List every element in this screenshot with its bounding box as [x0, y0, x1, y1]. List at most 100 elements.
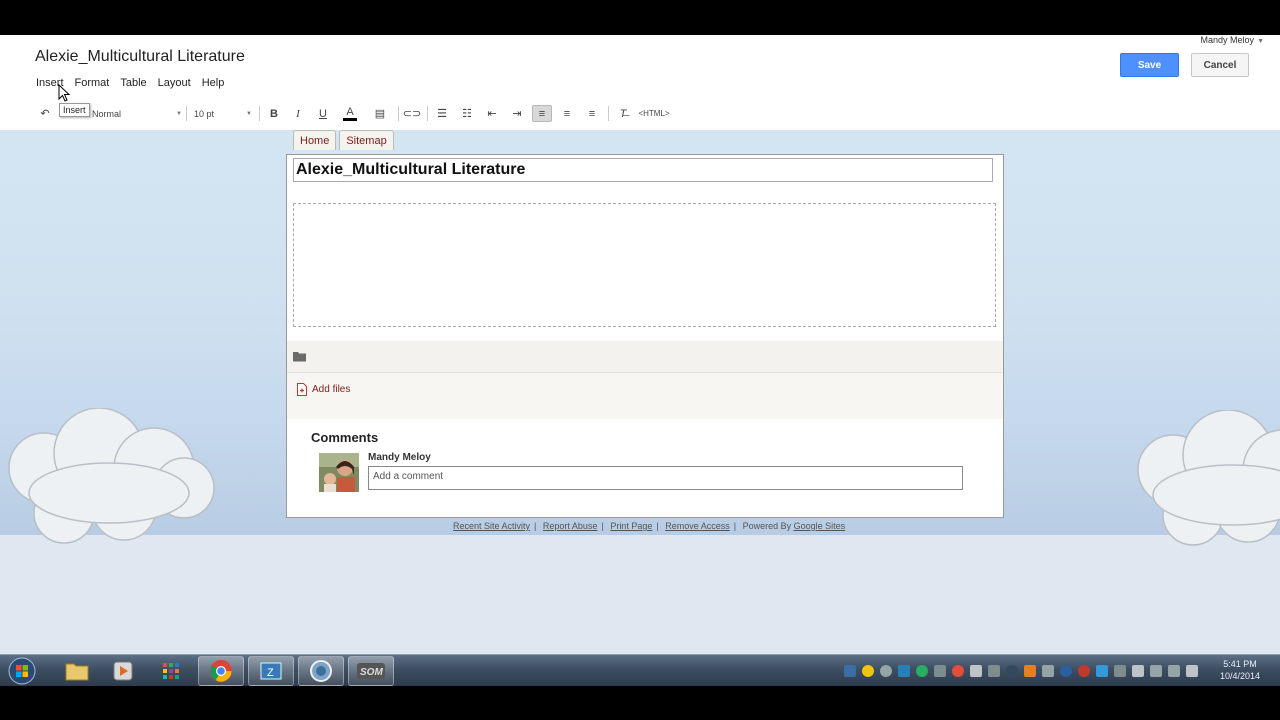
increase-indent-icon[interactable]: ⇥ — [509, 105, 525, 122]
footer-separator: | — [534, 521, 537, 531]
flag-icon[interactable] — [1132, 665, 1144, 677]
tray-shield-icon[interactable] — [970, 665, 982, 677]
app-grid-icon — [163, 663, 179, 679]
underline-icon[interactable]: U — [316, 105, 330, 122]
align-center-icon[interactable]: ≡ — [559, 105, 575, 122]
taskbar-chrome-button[interactable] — [198, 656, 244, 686]
avatar — [319, 453, 359, 492]
footer-separator: | — [656, 521, 659, 531]
footer-separator: | — [601, 521, 604, 531]
chevron-down-icon: ▼ — [1257, 38, 1264, 45]
insert-tooltip: Insert — [59, 103, 90, 117]
cancel-button[interactable]: Cancel — [1191, 53, 1249, 77]
svg-text:Z: Z — [267, 667, 274, 679]
system-clock[interactable]: 5:41 PM 10/4/2014 — [1218, 658, 1262, 682]
tray-app-icon[interactable] — [844, 665, 856, 677]
tray-app-icon[interactable] — [1096, 665, 1108, 677]
powered-by-label: Powered By — [742, 521, 792, 531]
toolbar-divider — [398, 106, 399, 121]
bluetooth-icon[interactable] — [1060, 665, 1072, 677]
taskbar-explorer-button[interactable] — [54, 656, 100, 686]
tray-app-icon[interactable] — [862, 665, 874, 677]
align-left-icon[interactable]: ≡ — [532, 105, 552, 122]
comment-input[interactable]: Add a comment — [368, 466, 963, 490]
tray-app-icon[interactable] — [934, 665, 946, 677]
user-account-menu[interactable]: Mandy Meloy ▼ — [1201, 35, 1264, 45]
toolbar-divider — [608, 106, 609, 121]
tray-app-icon[interactable] — [1024, 665, 1036, 677]
undo-icon[interactable]: ↶ — [38, 105, 52, 122]
tab-home[interactable]: Home — [293, 130, 337, 150]
start-button[interactable] — [4, 656, 40, 686]
signal-icon[interactable] — [1168, 665, 1180, 677]
circle-app-icon — [310, 660, 332, 682]
taskbar-som-button[interactable]: SOM — [348, 656, 394, 686]
clear-formatting-icon[interactable]: T̶ — [615, 105, 631, 122]
tray-app-icon[interactable] — [916, 665, 928, 677]
app-window-icon: Z — [260, 662, 282, 680]
avatar-photo — [319, 453, 359, 492]
system-tray — [844, 661, 1198, 681]
browser-viewport: Alexie_Multicultural Literature Mandy Me… — [0, 35, 1280, 654]
italic-icon[interactable]: I — [291, 105, 305, 122]
tray-app-icon[interactable] — [898, 665, 910, 677]
menu-format[interactable]: Format — [75, 77, 110, 89]
chevron-down-icon: ▼ — [246, 110, 252, 117]
footer-link-google-sites[interactable]: Google Sites — [794, 521, 846, 531]
footer-link-recent-activity[interactable]: Recent Site Activity — [453, 521, 530, 531]
recorder-app-icon: SOM — [357, 663, 385, 679]
menu-table[interactable]: Table — [120, 77, 146, 89]
media-player-icon — [113, 661, 133, 681]
tray-app-icon[interactable] — [880, 665, 892, 677]
windows-taskbar: Z SOM 5:41 PM 10/4/2014 — [0, 654, 1280, 686]
taskbar-app-button[interactable]: Z — [248, 656, 294, 686]
highlight-color-icon[interactable]: ▤ — [370, 105, 390, 122]
style-select-value: Normal — [92, 108, 122, 119]
style-select[interactable]: Normal ▼ — [92, 105, 182, 122]
taskbar-app2-button[interactable] — [298, 656, 344, 686]
align-right-icon[interactable]: ≡ — [584, 105, 600, 122]
decrease-indent-icon[interactable]: ⇤ — [484, 105, 500, 122]
document-title: Alexie_Multicultural Literature — [35, 48, 245, 65]
add-files-label: Add files — [312, 384, 351, 395]
font-size-value: 10 pt — [194, 108, 215, 119]
footer-link-remove-access[interactable]: Remove Access — [665, 521, 730, 531]
tray-app-icon[interactable] — [1078, 665, 1090, 677]
font-size-select[interactable]: 10 pt ▼ — [194, 105, 252, 122]
tray-app-icon[interactable] — [1042, 665, 1054, 677]
chevron-down-icon: ▼ — [176, 110, 182, 117]
menu-layout[interactable]: Layout — [158, 77, 191, 89]
commenter-name: Mandy Meloy — [368, 452, 431, 463]
tray-app-icon[interactable] — [1114, 665, 1126, 677]
taskbar-apps-button[interactable] — [148, 656, 194, 686]
network-icon[interactable] — [1150, 665, 1162, 677]
screen: Alexie_Multicultural Literature Mandy Me… — [0, 0, 1280, 720]
cloud-right-decoration — [1137, 410, 1280, 546]
link-icon[interactable]: ⊂⊃ — [403, 105, 421, 122]
footer-link-report-abuse[interactable]: Report Abuse — [543, 521, 598, 531]
comments-heading: Comments — [311, 430, 379, 445]
editor-header: Alexie_Multicultural Literature Mandy Me… — [0, 35, 1280, 130]
text-color-icon[interactable]: A — [340, 105, 360, 122]
cloud-left-decoration — [8, 408, 215, 544]
attachments-bar — [287, 341, 1003, 373]
bulleted-list-icon[interactable]: ☷ — [459, 105, 475, 122]
comments-section: Comments Mandy Meloy Add a comment — [287, 419, 1003, 517]
tray-chrome-icon[interactable] — [952, 665, 964, 677]
html-source-button[interactable]: <HTML> — [638, 105, 669, 122]
tab-sitemap[interactable]: Sitemap — [339, 130, 394, 150]
footer-link-print-page[interactable]: Print Page — [610, 521, 652, 531]
taskbar-media-button[interactable] — [100, 656, 146, 686]
volume-icon[interactable] — [1186, 665, 1198, 677]
numbered-list-icon[interactable]: ☰ — [434, 105, 450, 122]
tray-sync-icon[interactable] — [1006, 665, 1018, 677]
folder-icon — [293, 352, 306, 362]
menu-help[interactable]: Help — [202, 77, 225, 89]
page-content-editor[interactable] — [293, 203, 996, 327]
tray-app-icon[interactable] — [988, 665, 1000, 677]
page-title-field[interactable]: Alexie_Multicultural Literature — [293, 158, 993, 182]
save-button[interactable]: Save — [1120, 53, 1179, 77]
clock-time: 5:41 PM — [1223, 659, 1257, 669]
bold-icon[interactable]: B — [267, 105, 281, 122]
add-files-link[interactable]: Add files — [297, 383, 350, 396]
